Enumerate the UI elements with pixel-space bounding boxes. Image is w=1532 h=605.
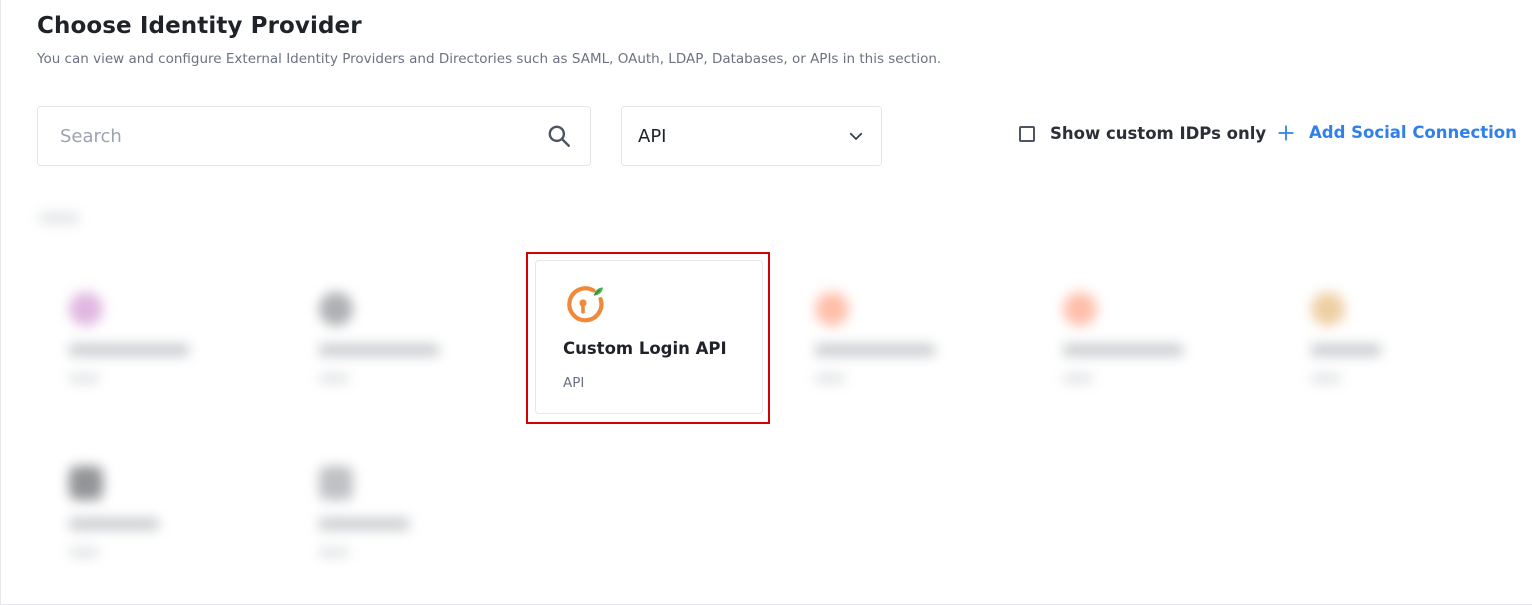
show-custom-idps-checkbox[interactable] xyxy=(1019,125,1035,142)
blurred-card xyxy=(303,436,483,586)
blurred-card xyxy=(53,436,233,586)
blurred-card xyxy=(303,262,483,412)
idp-type-selected: API xyxy=(638,125,667,147)
show-custom-idps-label: Show custom IDPs only xyxy=(1050,124,1267,143)
chevron-down-icon xyxy=(847,127,865,145)
blurred-card xyxy=(53,262,233,412)
search-input[interactable] xyxy=(58,124,546,148)
plus-icon xyxy=(1277,124,1309,142)
page-title: Choose Identity Provider xyxy=(37,13,362,39)
idp-card-custom-login-api[interactable]: Custom Login API API xyxy=(535,260,763,414)
page-subtitle: You can view and configure External Iden… xyxy=(37,51,942,67)
blurred-card xyxy=(1295,262,1475,412)
idp-card-type: API xyxy=(563,375,585,391)
show-custom-idps-toggle[interactable]: Show custom IDPs only xyxy=(1019,124,1266,143)
identity-provider-page: Choose Identity Provider You can view an… xyxy=(0,0,1532,605)
idp-card-name: Custom Login API xyxy=(563,339,727,358)
search-icon[interactable] xyxy=(546,123,572,149)
add-social-connection-button[interactable]: Add Social Connection xyxy=(1277,123,1517,142)
keyhole-icon xyxy=(564,283,606,325)
blurred-card xyxy=(799,262,979,412)
idp-type-select[interactable]: API xyxy=(621,106,882,166)
blurred-card xyxy=(1047,262,1227,412)
add-social-connection-label: Add Social Connection xyxy=(1309,123,1517,142)
search-box xyxy=(37,106,591,166)
blurred-section-heading xyxy=(39,212,79,224)
